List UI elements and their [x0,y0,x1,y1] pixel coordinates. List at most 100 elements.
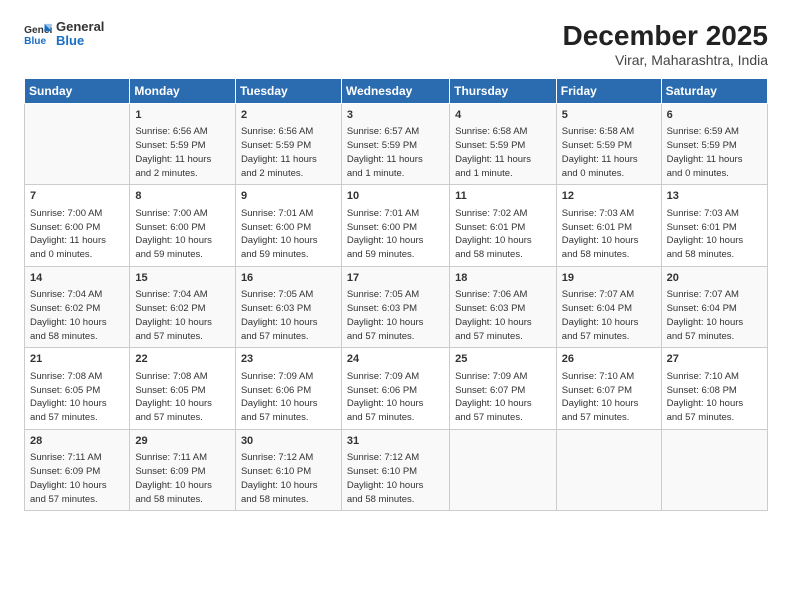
day-cell: 28 Sunrise: 7:11 AM Sunset: 6:09 PM Dayli… [25,429,130,510]
col-monday: Monday [130,79,236,104]
week-row-1: 1 Sunrise: 6:56 AM Sunset: 5:59 PM Daylig… [25,104,768,185]
day-number: 6 [667,108,762,123]
header: General Blue General Blue December 2025 … [24,20,768,68]
day-number: 30 [241,434,336,449]
day-cell: 1 Sunrise: 6:56 AM Sunset: 5:59 PM Daylig… [130,104,236,185]
day-info: Sunrise: 6:56 AM Sunset: 5:59 PM Dayligh… [135,125,230,180]
day-number: 12 [562,189,656,204]
day-cell: 12Sunrise: 7:03 AM Sunset: 6:01 PM Dayli… [556,185,661,266]
day-cell: 11Sunrise: 7:02 AM Sunset: 6:01 PM Dayli… [450,185,557,266]
day-number: 26 [562,352,656,367]
day-cell: 3Sunrise: 6:57 AM Sunset: 5:59 PM Daylig… [341,104,449,185]
day-number: 15 [135,271,230,286]
day-cell: 19 Sunrise: 7:07 AM Sunset: 6:04 PM Dayli… [556,266,661,347]
col-wednesday: Wednesday [341,79,449,104]
day-cell: 29 Sunrise: 7:11 AM Sunset: 6:09 PM Dayli… [130,429,236,510]
day-number: 17 [347,271,444,286]
day-number: 4 [455,108,551,123]
day-cell: 4 Sunrise: 6:58 AM Sunset: 5:59 PM Daylig… [450,104,557,185]
day-number: 1 [135,108,230,123]
day-number: 10 [347,189,444,204]
day-info: Sunrise: 6:56 AM Sunset: 5:59 PM Dayligh… [241,125,336,180]
day-cell [450,429,557,510]
day-cell: 22 Sunrise: 7:08 AM Sunset: 6:05 PM Dayli… [130,348,236,429]
day-number: 28 [30,434,124,449]
week-row-3: 14 Sunrise: 7:04 AM Sunset: 6:02 PM Dayli… [25,266,768,347]
week-row-5: 28 Sunrise: 7:11 AM Sunset: 6:09 PM Dayli… [25,429,768,510]
day-cell: 13 Sunrise: 7:03 AM Sunset: 6:01 PM Dayli… [661,185,767,266]
day-info: Sunrise: 7:00 AM Sunset: 6:00 PM Dayligh… [30,207,124,262]
day-number: 22 [135,352,230,367]
day-number: 2 [241,108,336,123]
day-info: Sunrise: 6:58 AM Sunset: 5:59 PM Dayligh… [455,125,551,180]
logo-icon: General Blue [24,22,52,46]
calendar-table: Sunday Monday Tuesday Wednesday Thursday… [24,78,768,511]
day-number: 19 [562,271,656,286]
day-info: Sunrise: 7:03 AM Sunset: 6:01 PM Dayligh… [667,207,762,262]
day-cell [661,429,767,510]
day-number: 20 [667,271,762,286]
day-info: Sunrise: 7:05 AM Sunset: 6:03 PM Dayligh… [347,288,444,343]
day-info: Sunrise: 7:08 AM Sunset: 6:05 PM Dayligh… [135,370,230,425]
day-info: Sunrise: 7:05 AM Sunset: 6:03 PM Dayligh… [241,288,336,343]
day-cell: 31 Sunrise: 7:12 AM Sunset: 6:10 PM Dayli… [341,429,449,510]
day-number: 14 [30,271,124,286]
day-info: Sunrise: 6:58 AM Sunset: 5:59 PM Dayligh… [562,125,656,180]
day-info: Sunrise: 7:01 AM Sunset: 6:00 PM Dayligh… [347,207,444,262]
day-cell: 26Sunrise: 7:10 AM Sunset: 6:07 PM Dayli… [556,348,661,429]
day-number: 27 [667,352,762,367]
day-number: 9 [241,189,336,204]
col-friday: Friday [556,79,661,104]
day-info: Sunrise: 7:07 AM Sunset: 6:04 PM Dayligh… [667,288,762,343]
day-info: Sunrise: 7:11 AM Sunset: 6:09 PM Dayligh… [30,451,124,506]
page: General Blue General Blue December 2025 … [0,0,792,612]
day-number: 24 [347,352,444,367]
day-info: Sunrise: 7:08 AM Sunset: 6:05 PM Dayligh… [30,370,124,425]
day-cell: 10 Sunrise: 7:01 AM Sunset: 6:00 PM Dayli… [341,185,449,266]
day-number: 31 [347,434,444,449]
day-info: Sunrise: 7:01 AM Sunset: 6:00 PM Dayligh… [241,207,336,262]
month-title: December 2025 [563,20,768,52]
day-cell: 15 Sunrise: 7:04 AM Sunset: 6:02 PM Dayli… [130,266,236,347]
day-info: Sunrise: 7:12 AM Sunset: 6:10 PM Dayligh… [347,451,444,506]
col-thursday: Thursday [450,79,557,104]
day-cell: 2 Sunrise: 6:56 AM Sunset: 5:59 PM Daylig… [235,104,341,185]
day-number: 11 [455,189,551,204]
day-cell: 14Sunrise: 7:04 AM Sunset: 6:02 PM Dayli… [25,266,130,347]
day-cell: 30 Sunrise: 7:12 AM Sunset: 6:10 PM Dayli… [235,429,341,510]
day-number: 29 [135,434,230,449]
day-cell: 9 Sunrise: 7:01 AM Sunset: 6:00 PM Daylig… [235,185,341,266]
day-info: Sunrise: 7:12 AM Sunset: 6:10 PM Dayligh… [241,451,336,506]
day-number: 18 [455,271,551,286]
title-block: December 2025 Virar, Maharashtra, India [563,20,768,68]
day-number: 16 [241,271,336,286]
day-info: Sunrise: 7:04 AM Sunset: 6:02 PM Dayligh… [135,288,230,343]
day-cell: 21 Sunrise: 7:08 AM Sunset: 6:05 PM Dayli… [25,348,130,429]
day-cell: 8Sunrise: 7:00 AM Sunset: 6:00 PM Daylig… [130,185,236,266]
day-number: 25 [455,352,551,367]
day-number: 21 [30,352,124,367]
day-info: Sunrise: 7:11 AM Sunset: 6:09 PM Dayligh… [135,451,230,506]
day-cell: 25Sunrise: 7:09 AM Sunset: 6:07 PM Dayli… [450,348,557,429]
col-tuesday: Tuesday [235,79,341,104]
day-cell: 20 Sunrise: 7:07 AM Sunset: 6:04 PM Dayli… [661,266,767,347]
week-row-4: 21 Sunrise: 7:08 AM Sunset: 6:05 PM Dayli… [25,348,768,429]
col-saturday: Saturday [661,79,767,104]
day-cell [25,104,130,185]
day-cell: 23Sunrise: 7:09 AM Sunset: 6:06 PM Dayli… [235,348,341,429]
day-cell: 7 Sunrise: 7:00 AM Sunset: 6:00 PM Daylig… [25,185,130,266]
day-info: Sunrise: 7:07 AM Sunset: 6:04 PM Dayligh… [562,288,656,343]
day-number: 13 [667,189,762,204]
logo-text-general: General [56,20,104,34]
day-cell: 6Sunrise: 6:59 AM Sunset: 5:59 PM Daylig… [661,104,767,185]
col-sunday: Sunday [25,79,130,104]
location-subtitle: Virar, Maharashtra, India [563,52,768,68]
day-number: 5 [562,108,656,123]
week-row-2: 7 Sunrise: 7:00 AM Sunset: 6:00 PM Daylig… [25,185,768,266]
day-cell: 16 Sunrise: 7:05 AM Sunset: 6:03 PM Dayli… [235,266,341,347]
day-number: 3 [347,108,444,123]
logo-text-blue: Blue [56,34,104,48]
day-number: 7 [30,189,124,204]
day-info: Sunrise: 7:00 AM Sunset: 6:00 PM Dayligh… [135,207,230,262]
day-cell: 5 Sunrise: 6:58 AM Sunset: 5:59 PM Daylig… [556,104,661,185]
